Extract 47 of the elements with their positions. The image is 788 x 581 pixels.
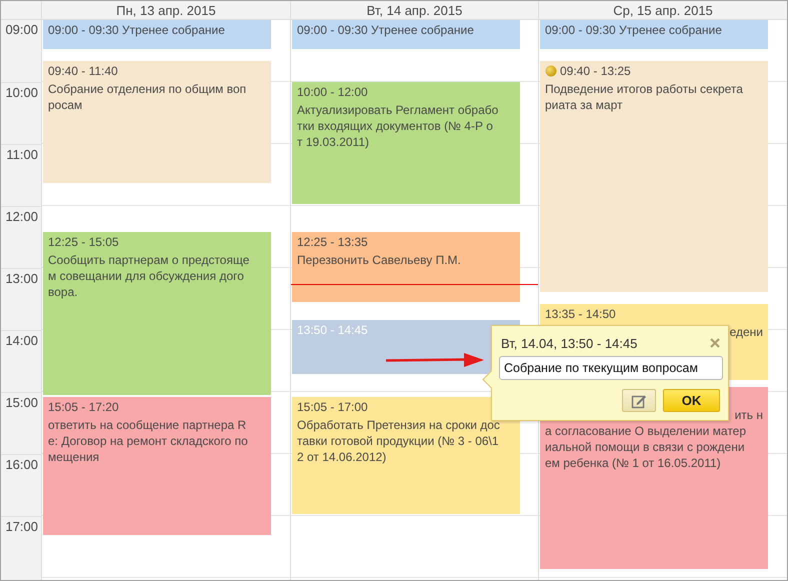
event-text: Актуализировать Регламент обрабо тки входящих документов (№ 4-Р о т 19.03.2011) bbox=[297, 102, 500, 150]
event-card[interactable]: 10:00 - 12:00 Актуализировать Регламент обрабо тки входящих документов (№ 4-Р о т 19.03.2011) bbox=[292, 82, 520, 204]
event-text: 09:00 - 09:30 Утренее собрание bbox=[48, 22, 226, 38]
event-text: Подведение итогов работы секрета риата за март bbox=[545, 81, 744, 114]
day-header: Пн, 13 апр. 2015 bbox=[41, 1, 290, 20]
event-text: едени bbox=[728, 324, 763, 340]
hour-label: 15:00 bbox=[1, 392, 41, 454]
hour-label: 14:00 bbox=[1, 330, 41, 392]
event-time: 09:40 - 13:25 bbox=[560, 63, 631, 80]
event-time: 13:50 - 14:45 bbox=[297, 322, 368, 338]
hour-label: 11:00 bbox=[1, 144, 41, 206]
event-text: Сообщить партнерам о предстояще м совещании для обсуждения дого вора. bbox=[48, 252, 250, 300]
event-card[interactable]: 09:40 - 13:25 Подведение итогов работы секрета риата за март bbox=[540, 61, 768, 292]
event-text: Перезвонить Савельеву П.М. bbox=[297, 252, 462, 268]
close-icon[interactable] bbox=[710, 338, 720, 348]
event-text: ответить на сообщение партнера R е: Договор на ремонт складского по мещения bbox=[48, 417, 249, 466]
event-text: 09:00 - 09:30 Утренее собрание bbox=[297, 22, 475, 38]
event-time: 15:05 - 17:20 bbox=[48, 399, 119, 416]
event-card[interactable]: 15:05 - 17:20 ответить на сообщение партнера R е: Договор на ремонт складского по мещения bbox=[43, 397, 271, 535]
hour-label: 10:00 bbox=[1, 82, 41, 144]
day-header: Ср, 15 апр. 2015 bbox=[538, 1, 787, 20]
event-text: 09:00 - 09:30 Утренее собрание bbox=[545, 22, 723, 38]
event-text: Собрание отделения по общим воп росам bbox=[48, 81, 248, 114]
event-card[interactable]: 12:25 - 15:05 Сообщить партнерам о предстояще м совещании для обсуждения дого вора. bbox=[43, 232, 271, 396]
edit-icon bbox=[631, 392, 647, 408]
event-card[interactable]: 12:25 - 13:35 Перезвонить Савельеву П.М. bbox=[292, 232, 520, 302]
event-time: 09:40 - 11:40 bbox=[48, 63, 118, 80]
event-time: 12:25 - 13:35 bbox=[297, 234, 368, 250]
hour-label: 16:00 bbox=[1, 454, 41, 516]
event-time: 10:00 - 12:00 bbox=[297, 84, 368, 100]
event-card[interactable]: 09:00 - 09:30 Утренее собрание bbox=[540, 20, 768, 49]
day-header: Вт, 14 апр. 2015 bbox=[290, 1, 538, 20]
input-field[interactable]: Собрание по ткекущим вопросам bbox=[499, 356, 723, 380]
hour-label: 13:00 bbox=[1, 268, 41, 330]
event-card[interactable]: 09:00 - 09:30 Утренее собрание bbox=[43, 20, 271, 49]
ok-button[interactable]: OK bbox=[663, 389, 720, 412]
event-time: 12:25 - 15:05 bbox=[48, 234, 119, 250]
event-card[interactable]: 09:00 - 09:30 Утренее собрание bbox=[292, 20, 520, 49]
event-time: 15:05 - 17:00 bbox=[297, 399, 368, 416]
event-text: Обработать Претензия на сроки дос тавки готовой продукции (№ 3 - 06\1 2 от 14.06.2012) bbox=[297, 417, 501, 466]
edit-button[interactable] bbox=[622, 389, 656, 412]
hour-label: 09:00 bbox=[4, 21, 39, 39]
hour-label: 12:00 bbox=[1, 206, 41, 268]
event-card[interactable]: 09:40 - 11:40 Собрание отделения по общим воп росам bbox=[43, 61, 271, 184]
event-time: 13:35 - 14:50 bbox=[545, 306, 616, 322]
hour-label: 17:00 bbox=[1, 516, 41, 578]
event-card[interactable]: 15:05 - 17:00 Обработать Претензия на сроки дос тавки готовой продукции (№ 3 - 06\1 2 от 14.06.2012) bbox=[292, 397, 520, 514]
